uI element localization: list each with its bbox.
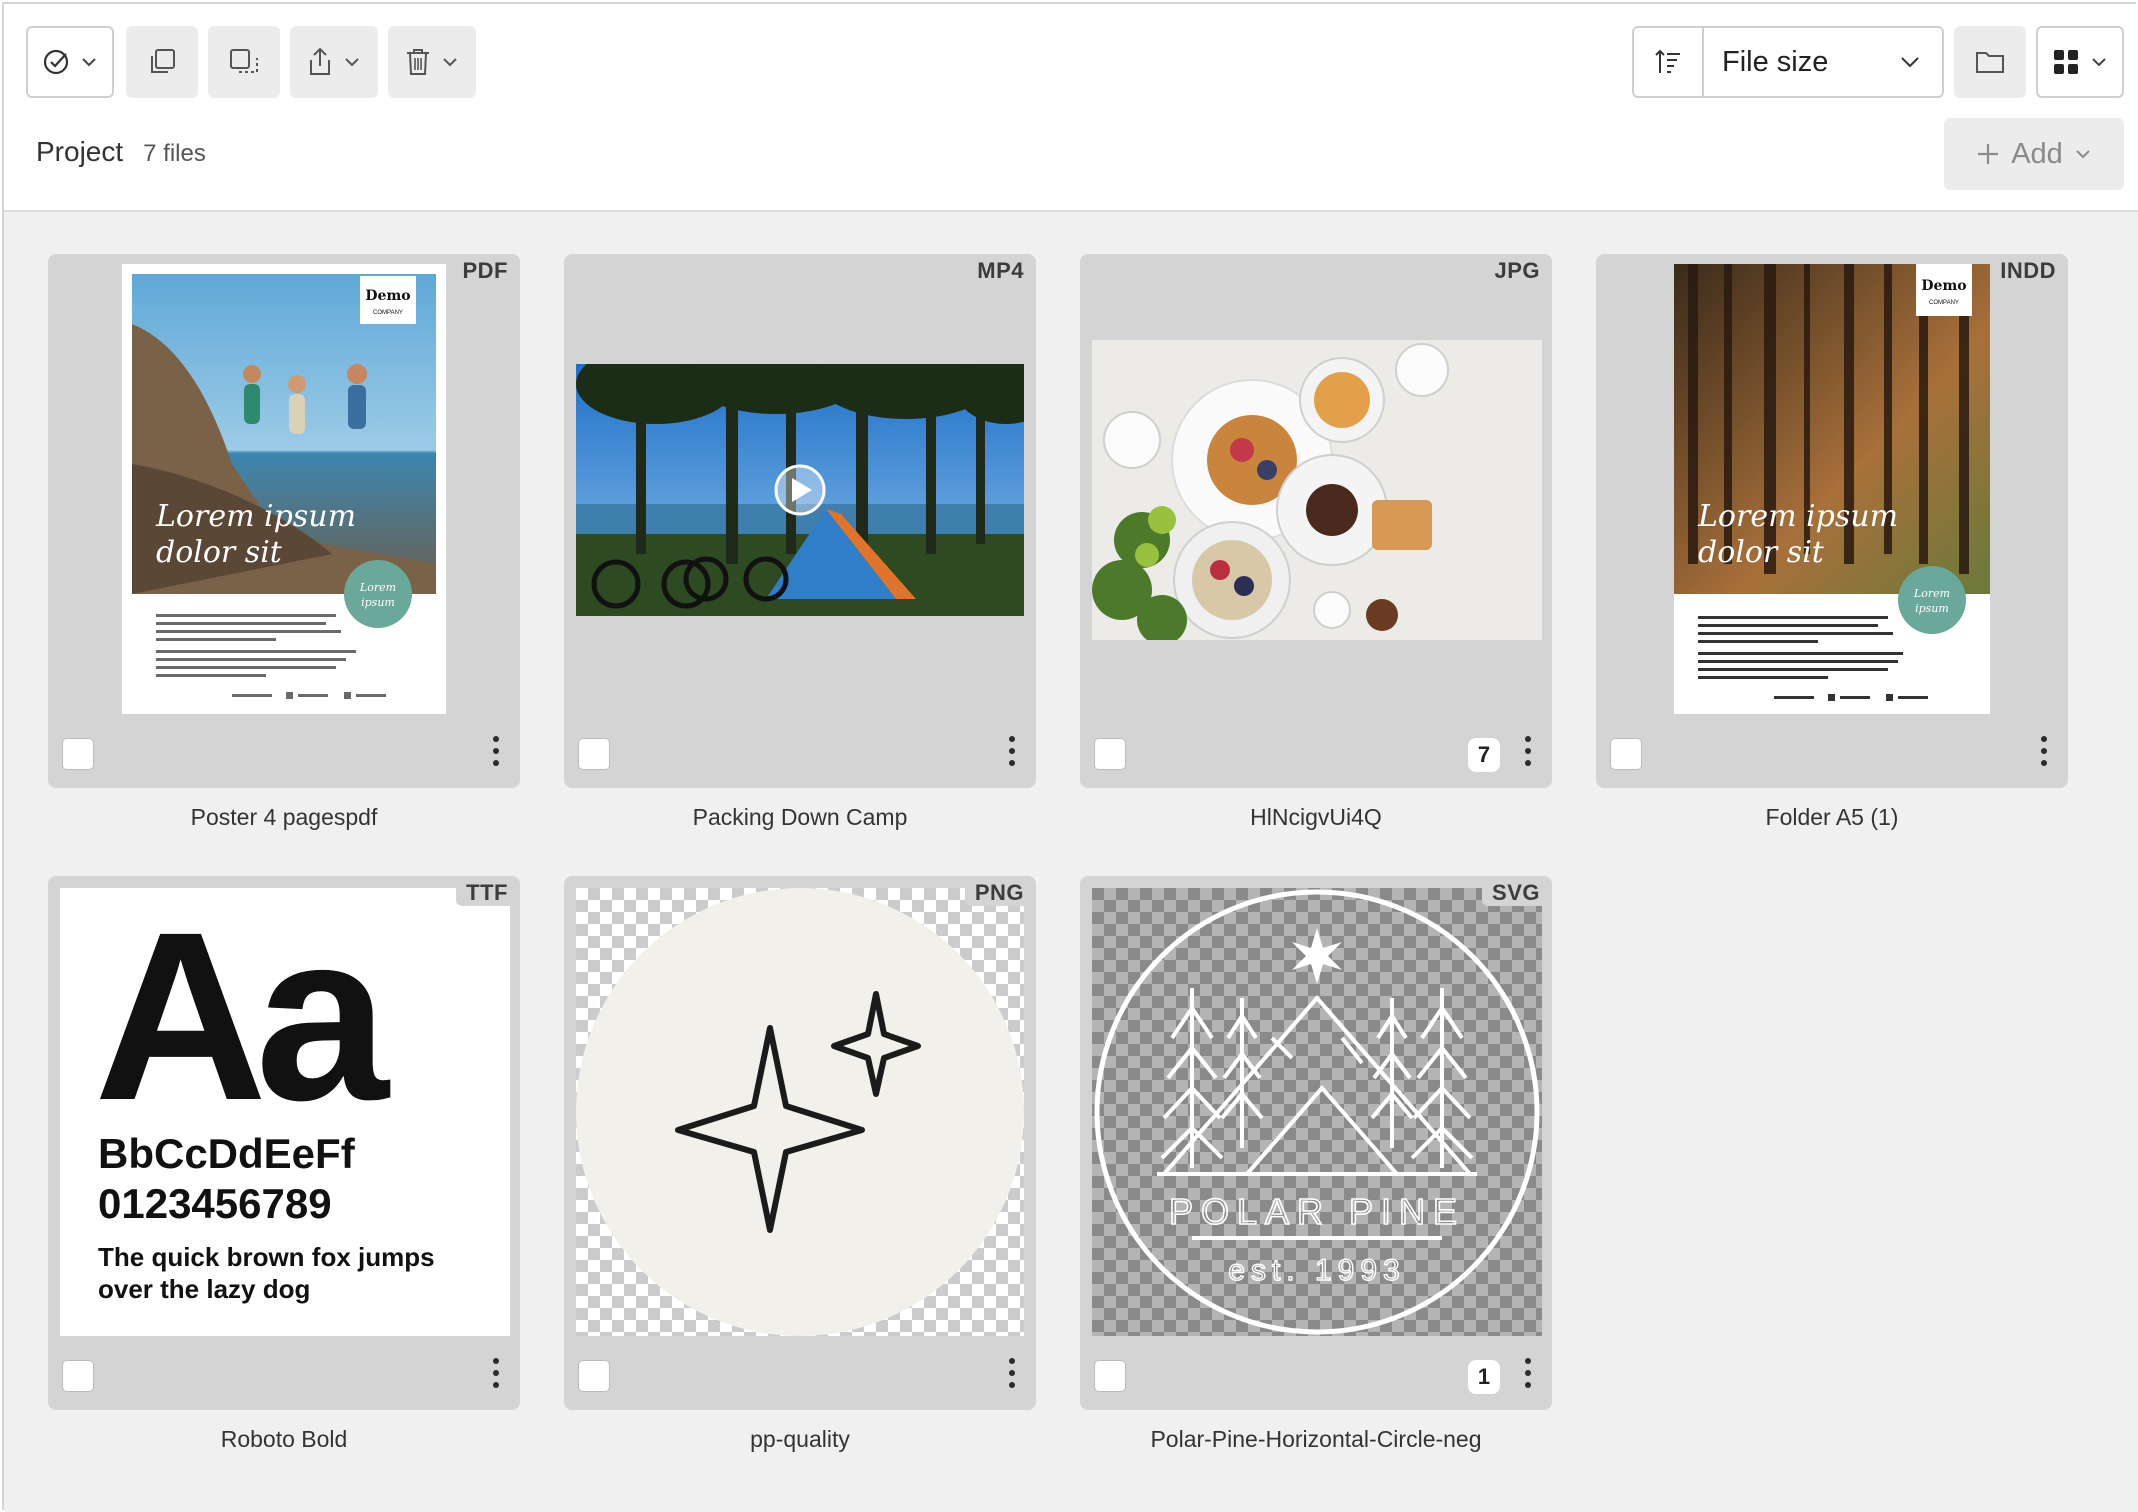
asset-card[interactable]: Demo COMPANY Lorem ipsum dolor sit Lorem… (1596, 254, 2068, 788)
font-sample-digits: 0123456789 (98, 1180, 332, 1227)
indd-logo-subtext: COMPANY (1929, 300, 1959, 306)
logo-brand-text: POLAR PINE (1169, 1191, 1465, 1232)
indd-circle-text-2: ipsum (1915, 602, 1949, 615)
file-type-badge: PDF (452, 254, 520, 284)
version-count-badge: 7 (1468, 738, 1500, 772)
logo-est-text: est. 1993 (1228, 1254, 1405, 1287)
poster-thumbnail: Demo COMPANY Lorem ipsum dolor sit Lorem… (122, 264, 446, 714)
grid-view-icon (2054, 50, 2078, 74)
poster-logo-text: Demo (365, 288, 410, 304)
chevron-down-icon (443, 58, 457, 67)
duplicate-icon (151, 49, 175, 73)
poster-headline-2: dolor sit (156, 535, 283, 570)
file-type-badge: TTF (456, 876, 520, 906)
asset-name[interactable]: HlNcigvUi4Q (1080, 804, 1552, 831)
view-mode-button[interactable] (2036, 26, 2124, 98)
kebab-menu-icon[interactable] (492, 1358, 500, 1388)
sort-icon (1655, 49, 1680, 73)
asset-card[interactable]: Demo COMPANY Lorem ipsum dolor sit Lorem… (48, 254, 520, 788)
png-thumbnail (576, 888, 1024, 1336)
poster-circle-text-1: Lorem (359, 581, 396, 594)
svg-logo-thumbnail: POLAR PINE est. 1993 (1092, 888, 1542, 1336)
version-count-badge: 1 (1468, 1360, 1500, 1394)
chevron-down-icon (82, 58, 96, 67)
check-select-icon (43, 49, 69, 75)
kebab-menu-icon[interactable] (1524, 736, 1532, 766)
kebab-menu-icon[interactable] (1008, 736, 1016, 766)
file-count: 7 files (143, 140, 206, 167)
font-sample-letters: BbCcDdEeFf (98, 1130, 355, 1177)
asset-name[interactable]: Folder A5 (1) (1596, 804, 2068, 831)
project-heading: Project 7 files (36, 136, 206, 168)
indd-headline-1: Lorem ipsum (1697, 499, 1898, 534)
add-button[interactable]: Add (1944, 118, 2124, 190)
select-checkbox[interactable] (62, 1360, 94, 1392)
asset-name[interactable]: pp-quality (564, 1426, 1036, 1453)
file-type-badge: PNG (964, 876, 1036, 906)
chevron-down-icon (2076, 150, 2090, 159)
play-icon (774, 464, 826, 516)
sort-field-select[interactable]: File size (1704, 28, 1942, 96)
indd-circle-text-1: Lorem (1913, 587, 1950, 600)
chevron-down-icon (1901, 57, 1919, 68)
duplicate-button[interactable] (126, 26, 198, 98)
add-button-label: Add (2011, 137, 2063, 170)
poster-logo-subtext: COMPANY (373, 310, 403, 316)
sort-field-label: File size (1722, 45, 1829, 78)
header-bar: File size Project 7 files Add (4, 4, 2138, 212)
select-checkbox[interactable] (1094, 738, 1126, 770)
share-icon (310, 47, 330, 75)
kebab-menu-icon[interactable] (1008, 1358, 1016, 1388)
asset-card[interactable]: MP4 (564, 254, 1036, 788)
font-sample-big: Aa (94, 888, 389, 1150)
select-checkbox[interactable] (62, 738, 94, 770)
move-button[interactable] (208, 26, 280, 98)
share-button[interactable] (290, 26, 378, 98)
kebab-menu-icon[interactable] (2040, 736, 2048, 766)
sort-control: File size (1632, 26, 1944, 98)
asset-name[interactable]: Poster 4 pagespdf (48, 804, 520, 831)
sort-direction-button[interactable] (1634, 28, 1704, 96)
plus-icon (1978, 144, 1999, 164)
chevron-down-icon (2092, 58, 2106, 67)
select-checkbox[interactable] (578, 1360, 610, 1392)
asset-card[interactable]: Aa BbCcDdEeFf 0123456789 The quick brown… (48, 876, 520, 1410)
asset-card[interactable]: POLAR PINE est. 1993 SVG 1 (1080, 876, 1552, 1410)
asset-name[interactable]: Packing Down Camp (564, 804, 1036, 831)
font-sample-pangram-1: The quick brown fox jumps (98, 1242, 435, 1272)
font-thumbnail: Aa BbCcDdEeFf 0123456789 The quick brown… (60, 888, 510, 1336)
trash-icon (407, 49, 429, 75)
select-menu-button[interactable] (26, 26, 114, 98)
select-checkbox[interactable] (578, 738, 610, 770)
folder-button[interactable] (1954, 26, 2026, 98)
file-type-badge: MP4 (967, 254, 1036, 284)
move-icon (230, 49, 258, 73)
app-frame: File size Project 7 files Add Demo COMPA… (2, 2, 2138, 1512)
project-title: Project (36, 136, 124, 167)
indd-logo-text: Demo (1921, 278, 1966, 294)
asset-name[interactable]: Polar-Pine-Horizontal-Circle-neg (1080, 1426, 1552, 1453)
indd-headline-2: dolor sit (1698, 535, 1825, 570)
indesign-thumbnail: Demo COMPANY Lorem ipsum dolor sit Lorem… (1674, 264, 1990, 714)
chevron-down-icon (345, 58, 359, 67)
select-checkbox[interactable] (1610, 738, 1642, 770)
video-thumbnail (576, 364, 1024, 616)
asset-name[interactable]: Roboto Bold (48, 1426, 520, 1453)
file-type-badge: SVG (1482, 876, 1552, 906)
font-sample-pangram-2: over the lazy dog (98, 1274, 311, 1304)
poster-circle-text-2: ipsum (361, 596, 395, 609)
kebab-menu-icon[interactable] (1524, 1358, 1532, 1388)
select-checkbox[interactable] (1094, 1360, 1126, 1392)
kebab-menu-icon[interactable] (492, 736, 500, 766)
asset-gallery: Demo COMPANY Lorem ipsum dolor sit Lorem… (4, 212, 2138, 1512)
file-type-badge: JPG (1484, 254, 1552, 284)
asset-card[interactable]: JPG 7 (1080, 254, 1552, 788)
folder-icon (1976, 52, 2004, 73)
image-thumbnail (1092, 340, 1542, 640)
delete-button[interactable] (388, 26, 476, 98)
poster-headline-1: Lorem ipsum (155, 499, 356, 534)
file-type-badge: INDD (1990, 254, 2068, 284)
asset-card[interactable]: PNG (564, 876, 1036, 1410)
